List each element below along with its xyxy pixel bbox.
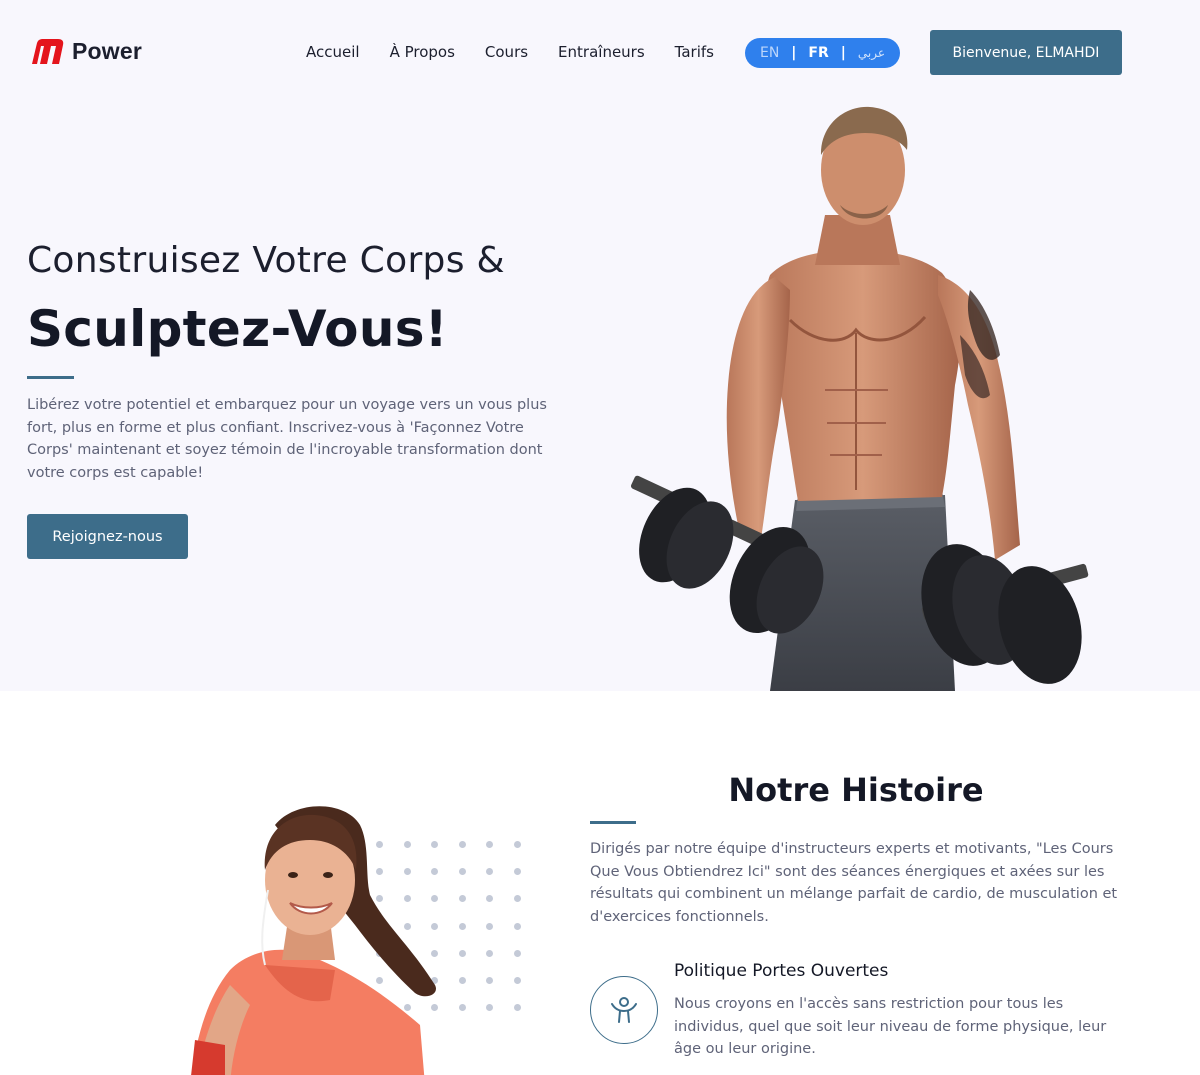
- hero-description: Libérez votre potentiel et embarquez pou…: [27, 397, 547, 481]
- feature-title: Politique Portes Ouvertes: [674, 961, 889, 981]
- story-title: Notre Histoire: [728, 771, 984, 809]
- open-arms-person-icon: [611, 997, 637, 1023]
- lang-separator: |: [791, 45, 797, 61]
- lang-option-fr[interactable]: FR: [808, 45, 828, 61]
- nav-link-a-propos[interactable]: À Propos: [390, 43, 455, 61]
- story-description: Dirigés par notre équipe d'instructeurs …: [590, 841, 1118, 925]
- lang-separator: |: [840, 45, 846, 61]
- lang-option-ar[interactable]: عربي: [858, 46, 885, 60]
- language-switcher: EN | FR | عربي: [745, 38, 900, 68]
- nav-link-cours[interactable]: Cours: [485, 43, 528, 61]
- hero-athlete-image: [630, 106, 1089, 691]
- logo-m-icon: [32, 39, 64, 64]
- nav-menu: Accueil À Propos Cours Entraîneurs Tarif…: [306, 42, 714, 61]
- hero-divider: [27, 376, 74, 379]
- join-us-button[interactable]: Rejoignez-nous: [27, 514, 188, 559]
- brand-name: Power: [72, 38, 143, 64]
- story-divider: [590, 821, 636, 824]
- nav-link-tarifs[interactable]: Tarifs: [675, 43, 714, 61]
- hero-title-line2: Sculptez-Vous!: [27, 300, 448, 358]
- feature-description: Nous croyons en l'accès sans restriction…: [674, 996, 1107, 1057]
- story-section: Notre Histoire Dirigés par notre équipe …: [0, 691, 1200, 1075]
- hero-section: Power Accueil À Propos Cours Entraîneurs…: [0, 0, 1200, 691]
- brand-logo[interactable]: Power: [28, 38, 142, 65]
- hero-title-line1: Construisez Votre Corps &: [27, 240, 505, 281]
- nav-link-entraineurs[interactable]: Entraîneurs: [558, 43, 645, 61]
- lang-option-en[interactable]: EN: [760, 45, 779, 61]
- user-welcome-button[interactable]: Bienvenue, ELMAHDI: [930, 30, 1122, 75]
- nav-link-accueil[interactable]: Accueil: [306, 43, 360, 61]
- navbar: Power Accueil À Propos Cours Entraîneurs…: [0, 0, 1200, 104]
- open-arms-person-icon: [590, 976, 658, 1044]
- story-woman-image: [191, 806, 436, 1075]
